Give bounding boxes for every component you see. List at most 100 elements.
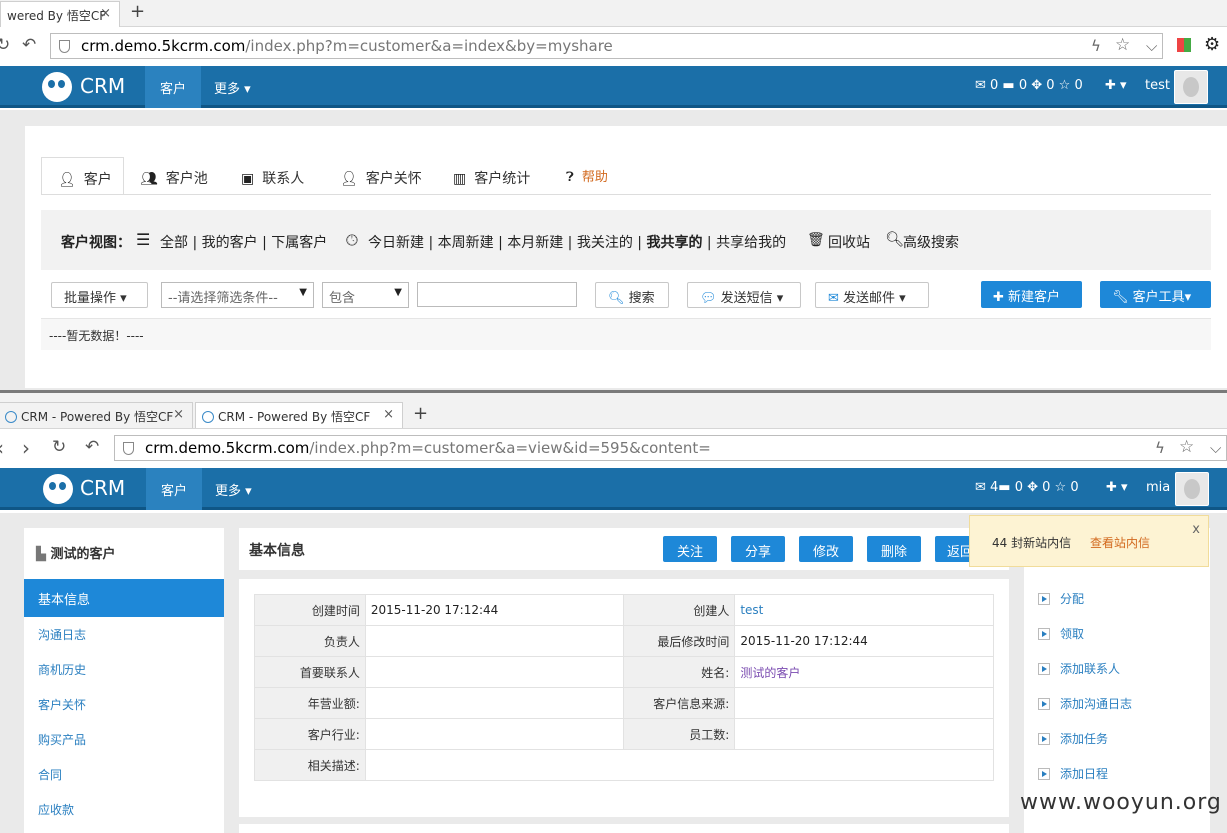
action-claim[interactable]: 领取 (1038, 625, 1084, 642)
username[interactable]: mia (1146, 480, 1170, 495)
field-value (364, 687, 625, 719)
star-icon[interactable]: ☆ (1179, 437, 1194, 457)
view-time-links[interactable]: 今日新建 | 本周新建 | 本月新建 | 我关注的 | 我共享的 | 共享给我的 (368, 232, 786, 252)
notification-counts[interactable]: ✉ 4▬ 0 ✥ 0 ☆ 0 (975, 480, 1079, 495)
action-label: 添加任务 (1060, 732, 1109, 746)
nav-customer[interactable]: 客户 (146, 468, 203, 510)
building-icon: ▙ (36, 547, 46, 562)
add-menu[interactable]: ✚ ▾ (1105, 78, 1127, 93)
chevron-down-icon[interactable]: ⌵ (1210, 439, 1221, 457)
action-add-schedule[interactable]: 添加日程 (1038, 765, 1108, 782)
reload-icon[interactable]: ↻ (0, 35, 10, 55)
undo-icon[interactable]: ↶ (85, 437, 99, 457)
view-myshare-active[interactable]: 我共享的 (646, 235, 702, 251)
share-button[interactable]: 分享 (731, 536, 785, 562)
advanced-search-link[interactable]: 高级搜索 (903, 232, 959, 252)
send-email-button[interactable]: ✉ 发送邮件 ▾ (815, 282, 929, 308)
nav-customer[interactable]: 客户 (145, 66, 202, 108)
field-value: 2015-11-20 17:12:44 (364, 594, 625, 626)
field-label: 创建时间 (254, 594, 366, 626)
gear-icon[interactable]: ⚙ (1204, 34, 1220, 55)
condition-select[interactable]: 包含 ▼ (322, 282, 409, 308)
apps-icon[interactable] (1177, 38, 1191, 52)
nav-more[interactable]: 更多 ▾ (200, 468, 267, 510)
undo-icon[interactable]: ↶ (22, 35, 36, 55)
monkey-logo-icon[interactable] (43, 474, 73, 504)
lightning-icon[interactable]: ϟ (1091, 37, 1101, 55)
notification-text: 44 封新站内信 (992, 536, 1072, 550)
close-icon[interactable]: × (100, 6, 111, 21)
monkey-logo-icon[interactable] (42, 72, 72, 102)
view-time-links-b[interactable]: | 共享给我的 (702, 235, 786, 251)
sidebar-item-comm-log[interactable]: 沟通日志 (38, 626, 86, 643)
close-icon[interactable]: × (383, 407, 394, 422)
browser-tab-active[interactable]: CRM - Powered By 悟空CF × (195, 402, 403, 428)
forward-icon[interactable]: › (22, 436, 30, 460)
chevron-down-icon[interactable]: ⌵ (1146, 37, 1157, 55)
batch-actions-button[interactable]: 批量操作 ▾ (51, 282, 148, 308)
browser-tab[interactable]: CRM - Powered By 悟空CF × (0, 402, 193, 428)
add-menu[interactable]: ✚ ▾ (1106, 480, 1128, 495)
close-icon[interactable]: × (173, 407, 184, 422)
close-icon[interactable]: x (1192, 522, 1200, 537)
crm-navbar-bottom: CRM 客户 更多 ▾ ✉ 4▬ 0 ✥ 0 ☆ 0 ✚ ▾ mia (0, 468, 1227, 510)
reload-icon[interactable]: ↻ (52, 437, 66, 457)
notification-counts[interactable]: ✉ 0 ▬ 0 ✥ 0 ☆ 0 (975, 78, 1083, 93)
sidebar-item-opportunity-history[interactable]: 商机历史 (38, 661, 86, 678)
star-icon[interactable]: ☆ (1115, 35, 1130, 55)
creator-link[interactable]: test (734, 594, 994, 626)
view-scope-links[interactable]: 全部 | 我的客户 | 下属客户 (160, 232, 327, 252)
tab-customer-pool[interactable]: 👥︎ 客户池 (140, 157, 208, 195)
view-messages-link[interactable]: 查看站内信 (1090, 534, 1150, 551)
sidebar-item-contracts[interactable]: 合同 (38, 766, 62, 783)
shield-icon (59, 40, 70, 53)
field-label: 最后修改时间 (623, 625, 736, 657)
trash-icon: 🗑︎ (807, 232, 825, 248)
customer-tools-button[interactable]: 🔧︎ 客户工具▾ (1100, 281, 1211, 308)
recycle-bin-link[interactable]: 回收站 (828, 232, 870, 252)
address-bar[interactable]: crm.demo.5kcrm.com/index.php?m=customer&… (50, 33, 1163, 59)
tab-customer-care[interactable]: 👤︎ 客户关怀 (340, 157, 422, 195)
tab-customer-stats[interactable]: ▥ 客户统计 (453, 157, 530, 195)
table-row: 年营业额: 客户信息来源: (254, 687, 994, 719)
action-add-task[interactable]: 添加任务 (1038, 730, 1108, 747)
tab-customer[interactable]: 👤︎ 客户 (41, 157, 124, 195)
tab-help[interactable]: ❓︎ 帮助 (566, 155, 608, 193)
edit-button[interactable]: 修改 (799, 536, 853, 562)
view-time-links-a[interactable]: 今日新建 | 本周新建 | 本月新建 | 我关注的 | (368, 235, 646, 251)
new-customer-button[interactable]: ✚ 新建客户 (981, 281, 1082, 308)
action-assign[interactable]: 分配 (1038, 590, 1084, 607)
caret-right-icon (1038, 663, 1050, 675)
send-sms-button[interactable]: 💬︎ 发送短信 ▾ (687, 282, 801, 308)
chat-bubble-icon: 💬︎ (700, 291, 717, 306)
customer-name-link[interactable]: 测试的客户 (734, 656, 994, 688)
browser-tab[interactable]: wered By 悟空CF × (0, 1, 120, 27)
nav-more[interactable]: 更多 ▾ (199, 66, 266, 108)
action-add-contact[interactable]: 添加联系人 (1038, 660, 1120, 677)
crm-brand[interactable]: CRM (80, 476, 125, 500)
avatar[interactable] (1174, 70, 1208, 104)
action-label: 领取 (1060, 627, 1085, 641)
address-bar[interactable]: crm.demo.5kcrm.com/index.php?m=customer&… (114, 435, 1227, 461)
search-button[interactable]: 🔍︎ 搜索 (595, 282, 669, 308)
browser-tabstrip-top (0, 0, 1227, 27)
delete-button[interactable]: 删除 (867, 536, 921, 562)
username[interactable]: test (1145, 78, 1170, 93)
sidebar-item-purchased-products[interactable]: 购买产品 (38, 731, 86, 748)
new-tab-icon[interactable]: + (130, 1, 145, 22)
sidebar-item-basic-info[interactable]: 基本信息 (24, 579, 224, 617)
new-tab-icon[interactable]: + (413, 403, 428, 424)
sidebar-item-receivables[interactable]: 应收款 (38, 801, 74, 818)
filter-select[interactable]: --请选择筛选条件-- ▼ (161, 282, 314, 308)
action-add-log[interactable]: 添加沟通日志 (1038, 695, 1132, 712)
lightning-icon[interactable]: ϟ (1155, 439, 1165, 457)
tab-contacts[interactable]: ▣ 联系人 (241, 157, 304, 195)
back-icon[interactable]: ‹ (0, 436, 4, 460)
crm-brand[interactable]: CRM (80, 74, 125, 98)
caret-right-icon (1038, 593, 1050, 605)
sidebar-item-customer-care[interactable]: 客户关怀 (38, 696, 86, 713)
avatar[interactable] (1175, 472, 1209, 506)
follow-button[interactable]: 关注 (663, 536, 717, 562)
tab-label: 客户池 (165, 171, 208, 187)
search-input[interactable] (417, 282, 577, 307)
